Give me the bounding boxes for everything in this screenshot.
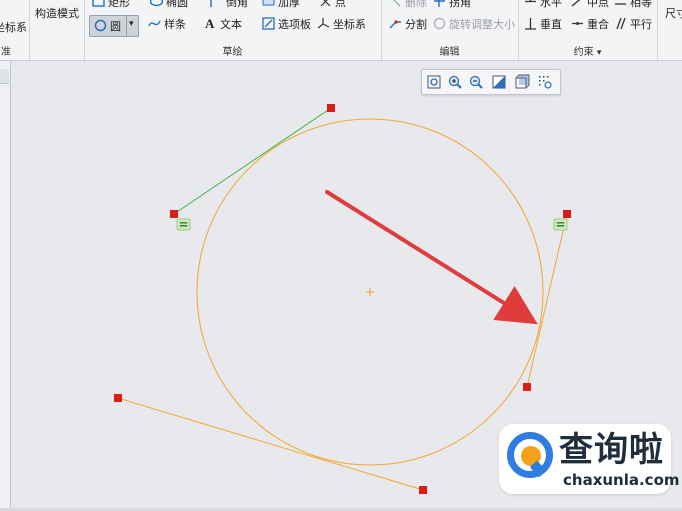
zoom-in-icon[interactable] [447, 74, 463, 90]
dimension-label: 尺寸 [665, 7, 682, 20]
split-divider [126, 16, 127, 36]
circle-dropdown-icon[interactable]: ▾ [129, 19, 134, 29]
thicken-label: 加厚 [278, 0, 300, 9]
construction-mode-group: 构造模式 [29, 0, 85, 60]
corner-label: 拐角 [449, 0, 471, 9]
sketch-coordinate-system-button[interactable]: 坐标系 [317, 16, 366, 34]
divide-button[interactable]: 分割 [389, 16, 427, 34]
datum-group: 坐标系 准 [0, 0, 30, 60]
sketch-display-filter-icon[interactable] [537, 74, 553, 90]
divide-icon [389, 17, 402, 30]
perpendicular-constraint-label: 垂直 [540, 18, 562, 31]
divide-label: 分割 [405, 18, 427, 31]
rectangle-label: 矩形 [108, 0, 130, 9]
ellipse-label: 椭圆 [166, 0, 188, 9]
coincident-constraint-label: 重合 [587, 18, 609, 31]
watermark-title: 查询啦 [559, 430, 664, 470]
chamfer-label: 倒角 [226, 0, 248, 9]
rectangle-icon [92, 0, 105, 8]
svg-text:A: A [205, 17, 215, 30]
palette-icon [262, 17, 275, 30]
spline-icon [148, 17, 161, 30]
rotate-resize-button[interactable]: 旋转调整大小 [433, 16, 515, 34]
left-panel-tab[interactable] [0, 69, 9, 84]
coincident-constraint-button[interactable]: 重合 [571, 16, 609, 34]
rotate-resize-icon [433, 17, 446, 30]
datum-group-label: 准 [1, 47, 11, 58]
dimension-group: 尺寸 [657, 0, 682, 60]
horizontal-constraint-icon [524, 0, 537, 8]
horizontal-constraint-label: 水平 [540, 0, 562, 9]
ellipse-icon [149, 0, 164, 8]
display-style-icon[interactable] [514, 74, 530, 90]
edit-group: 删除 拐角 分割 旋转调整大小 编辑 [381, 0, 519, 60]
sketch-coordinate-system-label: 坐标系 [333, 18, 366, 31]
construction-mode-label: 构造模式 [35, 7, 79, 20]
repaint-icon[interactable] [491, 74, 507, 90]
midpoint-constraint-label: 中点 [587, 0, 609, 9]
dimension-button[interactable]: 尺寸 [665, 5, 682, 23]
rotate-resize-label: 旋转调整大小 [449, 18, 515, 31]
chamfer-icon [210, 0, 223, 8]
horizontal-constraint-button[interactable]: 水平 [524, 0, 562, 12]
coordinate-system-icon [317, 17, 330, 30]
coincident-constraint-icon [571, 17, 584, 30]
zoom-out-icon[interactable] [468, 74, 484, 90]
point-label: 点 [335, 0, 346, 9]
midpoint-constraint-icon [571, 0, 584, 8]
text-label: 文本 [220, 18, 242, 31]
point-icon [319, 0, 332, 8]
perpendicular-constraint-button[interactable]: 垂直 [524, 16, 562, 34]
ribbon-toolbar: 坐标系 准 构造模式 矩形 椭圆 倒角 加厚 点 圆 ▾ 样条 A 文本 选项板 … [0, 0, 682, 61]
left-panel-edge[interactable] [0, 61, 11, 509]
midpoint-constraint-button[interactable]: 中点 [571, 0, 609, 12]
corner-icon [433, 0, 446, 8]
text-button[interactable]: A 文本 [204, 16, 242, 34]
watermark-logo: 查询啦 chaxunla.com [499, 424, 680, 494]
corner-button[interactable]: 拐角 [433, 0, 471, 12]
constraint-dropdown-icon: ▾ [596, 48, 602, 58]
watermark-domain: chaxunla.com [563, 471, 680, 489]
palette-label: 选项板 [278, 18, 311, 31]
constraint-group-label[interactable]: 约束 ▾ [518, 43, 657, 58]
delete-segment-icon [389, 0, 402, 8]
edit-group-label: 编辑 [439, 47, 460, 58]
point-button[interactable]: 点 [319, 0, 346, 12]
sketch-group: 矩形 椭圆 倒角 加厚 点 圆 ▾ 样条 A 文本 选项板 坐标系 草绘 [84, 0, 382, 60]
circle-icon [94, 19, 107, 32]
sketch-group-label: 草绘 [222, 47, 243, 58]
thicken-icon [262, 0, 275, 8]
palette-button[interactable]: 选项板 [262, 16, 311, 34]
parallel-constraint-label: 平行 [630, 18, 652, 31]
chamfer-button[interactable]: 倒角 [210, 0, 248, 12]
graphics-view-toolbar [421, 69, 561, 95]
thicken-button[interactable]: 加厚 [262, 0, 300, 12]
delete-segment-label: 删除 [405, 0, 427, 9]
perpendicular-constraint-icon [524, 17, 537, 30]
spline-label: 样条 [164, 18, 186, 31]
spline-button[interactable]: 样条 [148, 16, 186, 34]
datum-coordinate-system-button[interactable]: 坐标系 [0, 19, 27, 37]
ellipse-button[interactable]: 椭圆 [149, 0, 188, 12]
refit-icon[interactable] [426, 74, 442, 90]
equal-constraint-button[interactable]: 相等 [614, 0, 652, 12]
parallel-constraint-icon [614, 17, 627, 30]
equal-constraint-icon [614, 0, 627, 8]
constraint-group: 水平 中点 相等 垂直 重合 平行 约束 ▾ [518, 0, 658, 60]
datum-coordinate-system-label: 坐标系 [0, 21, 27, 34]
construction-mode-button[interactable]: 构造模式 [35, 5, 79, 23]
rectangle-button[interactable]: 矩形 [92, 0, 130, 12]
equal-constraint-label: 相等 [630, 0, 652, 9]
circle-split-button[interactable]: 圆 ▾ [89, 15, 139, 37]
text-icon: A [204, 16, 217, 31]
parallel-constraint-button[interactable]: 平行 [614, 16, 652, 34]
constraint-group-label-text: 约束 [573, 47, 594, 58]
delete-segment-button[interactable]: 删除 [389, 0, 427, 12]
circle-label: 圆 [110, 20, 121, 33]
